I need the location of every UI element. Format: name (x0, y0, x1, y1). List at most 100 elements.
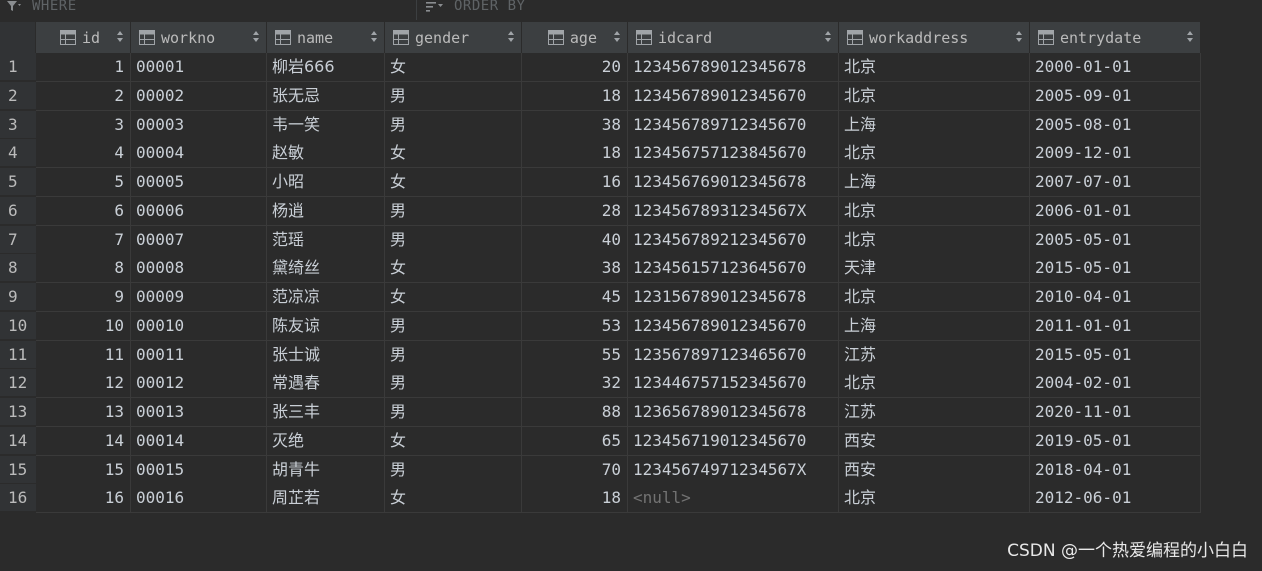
cell-workaddress[interactable]: 江苏 (839, 340, 1030, 370)
cell-workno[interactable]: 00006 (131, 196, 267, 226)
cell-age[interactable]: 45 (522, 283, 628, 312)
cell-workno[interactable]: 00013 (131, 398, 267, 427)
cell-entrydate[interactable]: 2015-05-01 (1030, 340, 1201, 370)
column-header-id[interactable]: id (36, 22, 131, 53)
sort-arrows-icon[interactable] (1186, 30, 1194, 43)
cell-workaddress[interactable]: 北京 (839, 53, 1030, 82)
cell-age[interactable]: 28 (522, 196, 628, 226)
cell-workaddress[interactable]: 天津 (839, 254, 1030, 284)
cell-gender[interactable]: 女 (385, 139, 522, 169)
cell-gender[interactable]: 男 (385, 340, 522, 370)
column-header-idcard[interactable]: idcard (628, 22, 839, 53)
cell-workaddress[interactable]: 西安 (839, 426, 1030, 456)
row-number[interactable]: 4 (0, 139, 36, 168)
row-number[interactable]: 13 (0, 398, 36, 426)
row-number[interactable]: 9 (0, 283, 36, 311)
cell-workno[interactable]: 00008 (131, 254, 267, 284)
cell-gender[interactable]: 女 (385, 426, 522, 456)
cell-id[interactable]: 8 (36, 254, 131, 284)
column-header-workaddress[interactable]: workaddress (839, 22, 1030, 53)
cell-workno[interactable]: 00001 (131, 53, 267, 82)
cell-name[interactable]: 陈友谅 (267, 311, 385, 341)
sort-arrows-icon[interactable] (370, 30, 378, 43)
cell-workaddress[interactable]: 北京 (839, 196, 1030, 226)
cell-workno[interactable]: 00010 (131, 311, 267, 341)
cell-id[interactable]: 7 (36, 225, 131, 255)
cell-name[interactable]: 赵敏 (267, 139, 385, 169)
cell-entrydate[interactable]: 2011-01-01 (1030, 311, 1201, 341)
cell-idcard[interactable]: 123456789712345670 (628, 110, 839, 140)
cell-age[interactable]: 18 (522, 139, 628, 169)
cell-idcard[interactable]: 12345678931234567X (628, 196, 839, 226)
row-number[interactable]: 11 (0, 340, 36, 369)
cell-id[interactable]: 1 (36, 53, 131, 82)
cell-name[interactable]: 黛绮丝 (267, 254, 385, 284)
cell-age[interactable]: 40 (522, 225, 628, 255)
cell-workaddress[interactable]: 江苏 (839, 398, 1030, 427)
cell-entrydate[interactable]: 2006-01-01 (1030, 196, 1201, 226)
cell-name[interactable]: 胡青牛 (267, 455, 385, 485)
cell-id[interactable]: 14 (36, 426, 131, 456)
cell-idcard[interactable]: <null> (628, 484, 839, 514)
sort-arrows-icon[interactable] (252, 30, 260, 43)
cell-gender[interactable]: 男 (385, 398, 522, 427)
row-number[interactable]: 16 (0, 484, 36, 513)
cell-age[interactable]: 53 (522, 311, 628, 341)
row-number[interactable]: 6 (0, 196, 36, 225)
cell-name[interactable]: 张无忌 (267, 81, 385, 111)
cell-entrydate[interactable]: 2020-11-01 (1030, 398, 1201, 427)
cell-id[interactable]: 4 (36, 139, 131, 169)
cell-id[interactable]: 10 (36, 311, 131, 341)
row-number[interactable]: 2 (0, 81, 36, 110)
cell-gender[interactable]: 女 (385, 53, 522, 82)
cell-idcard[interactable]: 123456719012345670 (628, 426, 839, 456)
cell-workaddress[interactable]: 上海 (839, 311, 1030, 341)
cell-name[interactable]: 柳岩666 (267, 53, 385, 82)
sort-arrows-icon[interactable] (507, 30, 515, 43)
order-by-field[interactable]: ORDER BY (426, 0, 525, 17)
cell-age[interactable]: 20 (522, 53, 628, 82)
cell-workno[interactable]: 00012 (131, 369, 267, 399)
cell-workno[interactable]: 00014 (131, 426, 267, 456)
cell-gender[interactable]: 男 (385, 311, 522, 341)
column-header-gender[interactable]: gender (385, 22, 522, 53)
row-number[interactable]: 15 (0, 455, 36, 484)
cell-entrydate[interactable]: 2005-08-01 (1030, 110, 1201, 140)
row-number[interactable]: 1 (0, 53, 36, 81)
column-header-entrydate[interactable]: entrydate (1030, 22, 1201, 53)
cell-age[interactable]: 38 (522, 110, 628, 140)
cell-name[interactable]: 张三丰 (267, 398, 385, 427)
cell-workno[interactable]: 00003 (131, 110, 267, 140)
cell-id[interactable]: 13 (36, 398, 131, 427)
row-number[interactable]: 3 (0, 110, 36, 139)
cell-entrydate[interactable]: 2007-07-01 (1030, 168, 1201, 197)
cell-id[interactable]: 16 (36, 484, 131, 514)
cell-workaddress[interactable]: 上海 (839, 168, 1030, 197)
cell-idcard[interactable]: 123456789012345670 (628, 81, 839, 111)
cell-age[interactable]: 32 (522, 369, 628, 399)
cell-gender[interactable]: 女 (385, 254, 522, 284)
cell-id[interactable]: 5 (36, 168, 131, 197)
cell-workaddress[interactable]: 上海 (839, 110, 1030, 140)
cell-id[interactable]: 6 (36, 196, 131, 226)
cell-age[interactable]: 70 (522, 455, 628, 485)
cell-idcard[interactable]: 123456789012345678 (628, 53, 839, 82)
cell-idcard[interactable]: 123456157123645670 (628, 254, 839, 284)
cell-gender[interactable]: 女 (385, 168, 522, 197)
cell-name[interactable]: 灭绝 (267, 426, 385, 456)
cell-id[interactable]: 12 (36, 369, 131, 399)
cell-idcard[interactable]: 123456769012345678 (628, 168, 839, 197)
cell-idcard[interactable]: 123567897123465670 (628, 340, 839, 370)
cell-workno[interactable]: 00004 (131, 139, 267, 169)
cell-idcard[interactable]: 123446757152345670 (628, 369, 839, 399)
row-number[interactable]: 8 (0, 254, 36, 283)
column-header-workno[interactable]: workno (131, 22, 267, 53)
cell-workaddress[interactable]: 西安 (839, 455, 1030, 485)
cell-workno[interactable]: 00016 (131, 484, 267, 514)
cell-gender[interactable]: 女 (385, 484, 522, 514)
cell-name[interactable]: 张士诚 (267, 340, 385, 370)
cell-idcard[interactable]: 123156789012345678 (628, 283, 839, 312)
sort-arrows-icon[interactable] (1015, 30, 1023, 43)
cell-workaddress[interactable]: 北京 (839, 484, 1030, 514)
cell-id[interactable]: 9 (36, 283, 131, 312)
